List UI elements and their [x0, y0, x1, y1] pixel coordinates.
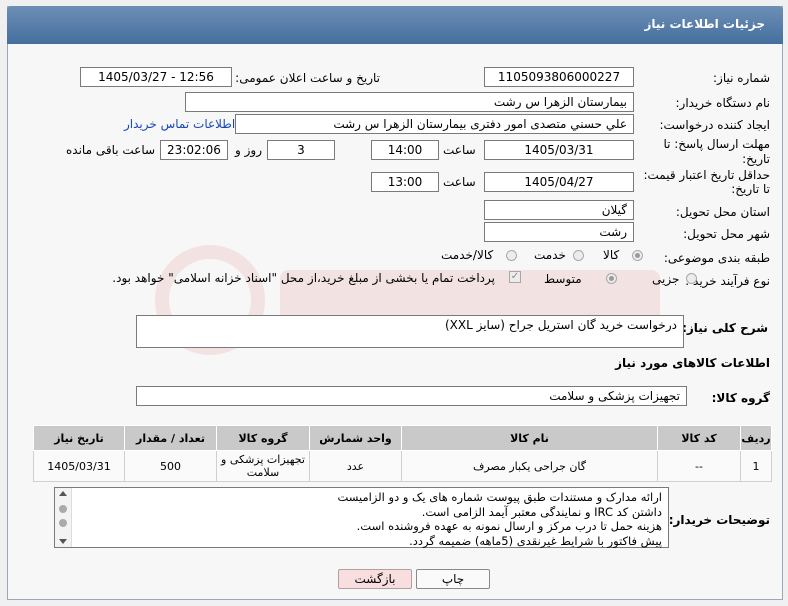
- purchase-radio-medium[interactable]: [606, 273, 617, 284]
- description-label: شرح کلی نیاز:: [682, 321, 768, 335]
- cell-item-group: تجهیزات پزشکی و سلامت: [216, 450, 310, 482]
- price-validity-label: حداقل تاریخ اعتبار قیمت:: [643, 168, 770, 182]
- category-radio-service[interactable]: [573, 250, 584, 261]
- province-field[interactable]: گیلان: [484, 200, 634, 220]
- remaining-time-field[interactable]: 23:02:06: [160, 140, 228, 160]
- remaining-label: ساعت باقی مانده: [66, 143, 156, 157]
- description-field[interactable]: درخواست خرید گان استریل جراح (سایز XXL): [136, 315, 684, 348]
- category-label: طبقه بندی موضوعی:: [663, 251, 770, 265]
- need-number-label: شماره نیاز:: [713, 71, 770, 85]
- buyer-contact-link[interactable]: اطلاعات تماس خریدار: [124, 117, 235, 131]
- cell-item-name: گان جراحی یکبار مصرف: [401, 450, 658, 482]
- goods-group-label: گروه کالا:: [711, 391, 770, 405]
- col-item-name: نام کالا: [401, 425, 658, 451]
- note-line: هزینه حمل تا درب مرکز و ارسال نمونه به ع…: [356, 519, 662, 533]
- goods-table: ردیف کد کالا نام کالا واحد شمارش گروه کا…: [33, 425, 772, 482]
- category-option-service: خدمت: [534, 248, 566, 262]
- reply-time-label: ساعت: [443, 143, 476, 157]
- reply-deadline-label-2: تاریخ:: [742, 152, 770, 166]
- scrollbar-arrows-icon: [59, 491, 67, 544]
- category-radio-goods[interactable]: [632, 250, 643, 261]
- cell-unit: عدد: [309, 450, 402, 482]
- back-button[interactable]: بازگشت: [338, 569, 412, 589]
- price-validity-date-field[interactable]: 1405/04/27: [484, 172, 634, 192]
- title-bar: جزئیات اطلاعات نیاز: [7, 6, 783, 44]
- note-line: پیش فاکتور با شرایط غیرنقدی (5ماهه) ضمیم…: [409, 533, 662, 548]
- category-option-goods: کالا: [603, 248, 620, 262]
- col-need-date: تاریخ نیاز: [33, 425, 125, 451]
- purchase-radio-minor[interactable]: [686, 273, 697, 284]
- table-row[interactable]: 1 -- گان جراحی یکبار مصرف عدد تجهیزات پز…: [33, 450, 772, 482]
- announce-datetime-field[interactable]: 1405/03/27 - 12:56: [80, 67, 232, 87]
- category-radio-both[interactable]: [506, 250, 517, 261]
- cell-item-code: --: [657, 450, 741, 482]
- price-validity-time-label: ساعت: [443, 175, 476, 189]
- col-unit: واحد شمارش: [309, 425, 402, 451]
- days-field[interactable]: 3: [267, 140, 335, 160]
- days-label: روز و: [235, 143, 262, 157]
- treasury-checkbox[interactable]: ✓: [509, 271, 521, 283]
- col-row-number: ردیف: [740, 425, 772, 451]
- cell-quantity: 500: [124, 450, 217, 482]
- requester-field[interactable]: علي حسني متصدی امور دفتری بیمارستان الزه…: [235, 114, 634, 134]
- province-label: استان محل تحویل:: [675, 205, 770, 219]
- goods-group-field[interactable]: تجهیزات پزشکی و سلامت: [136, 386, 687, 406]
- notes-scrollbar[interactable]: [55, 488, 72, 547]
- col-item-group: گروه کالا: [216, 425, 310, 451]
- treasury-payment-note: پرداخت تمام یا بخشی از مبلغ خرید،از محل …: [112, 271, 495, 285]
- reply-time-field[interactable]: 14:00: [371, 140, 439, 160]
- purchase-type-label: نوع فرآیند خرید :: [685, 274, 770, 288]
- price-validity-label-2: تا تاریخ:: [731, 182, 770, 196]
- reply-date-field[interactable]: 1405/03/31: [484, 140, 634, 160]
- buyer-notes-box[interactable]: ارائه مدارک و مستندات طبق پیوست شماره ها…: [54, 487, 669, 548]
- note-line: داشتن کد IRC و نمایندگی معتبر آیمد الزام…: [421, 504, 662, 519]
- buyer-notes-label: توضیحات خریدار:: [668, 513, 770, 527]
- reply-deadline-label: مهلت ارسال پاسخ: تا: [663, 137, 770, 151]
- city-label: شهر محل تحویل:: [683, 227, 770, 241]
- cell-row-number: 1: [740, 450, 772, 482]
- purchase-option-minor: جزیی: [652, 272, 680, 286]
- buyer-org-label: نام دستگاه خریدار:: [675, 96, 771, 110]
- window-title: جزئیات اطلاعات نیاز: [644, 17, 765, 31]
- buyer-notes-text: ارائه مدارک و مستندات طبق پیوست شماره ها…: [337, 490, 662, 548]
- table-header-row: ردیف کد کالا نام کالا واحد شمارش گروه کا…: [33, 425, 772, 451]
- col-quantity: تعداد / مقدار: [124, 425, 217, 451]
- print-button[interactable]: چاپ: [416, 569, 490, 589]
- price-validity-time-field[interactable]: 13:00: [371, 172, 439, 192]
- purchase-option-medium: متوسط: [544, 272, 582, 286]
- note-line: ارائه مدارک و مستندات طبق پیوست شماره ها…: [337, 490, 662, 504]
- cell-need-date: 1405/03/31: [33, 450, 125, 482]
- need-number-field[interactable]: 1105093806000227: [484, 67, 634, 87]
- announce-datetime-label: تاریخ و ساعت اعلان عمومی:: [235, 71, 380, 85]
- goods-section-title: اطلاعات کالاهای مورد نیاز: [615, 356, 770, 370]
- city-field[interactable]: رشت: [484, 222, 634, 242]
- buyer-org-field[interactable]: بیمارستان الزهرا س رشت: [185, 92, 634, 112]
- requester-label: ایجاد کننده درخواست:: [659, 118, 770, 132]
- col-item-code: کد کالا: [657, 425, 741, 451]
- category-option-both: کالا/خدمت: [441, 248, 494, 262]
